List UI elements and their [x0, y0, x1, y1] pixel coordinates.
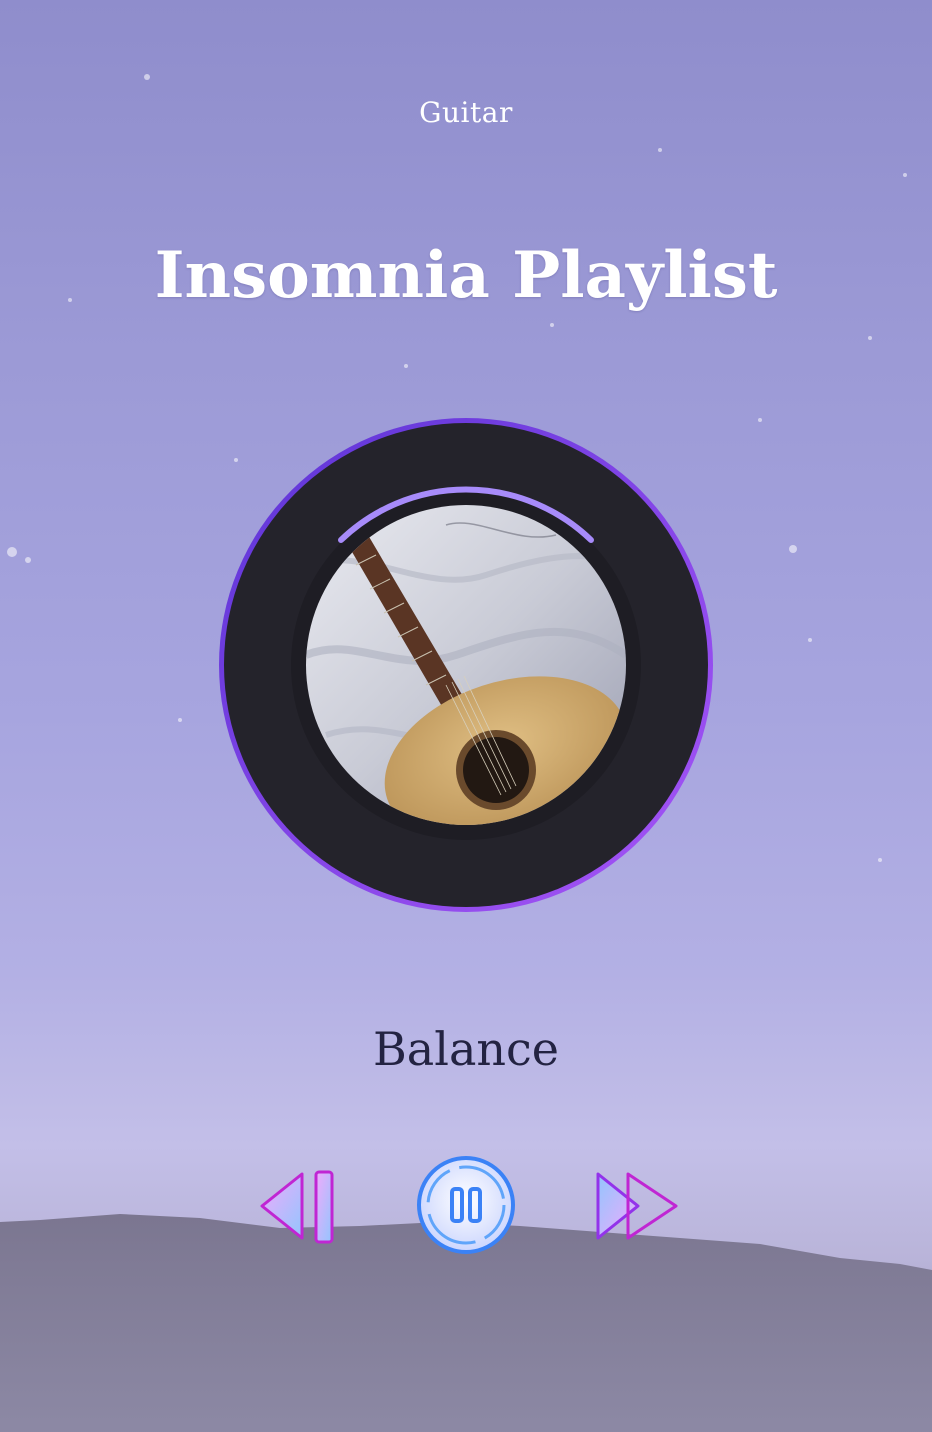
previous-button[interactable] [254, 1168, 336, 1246]
skip-previous-icon [260, 1170, 334, 1244]
next-button[interactable] [596, 1170, 680, 1242]
playback-controls [0, 1150, 932, 1260]
pause-icon [417, 1156, 515, 1254]
guitar-artwork [306, 505, 626, 825]
playlist-title: Insomnia Playlist [154, 238, 778, 313]
fast-forward-icon [596, 1172, 678, 1240]
category-label: Guitar [419, 96, 513, 129]
pause-button[interactable] [416, 1155, 516, 1255]
track-title: Balance [373, 1022, 559, 1076]
album-cover [306, 505, 626, 825]
